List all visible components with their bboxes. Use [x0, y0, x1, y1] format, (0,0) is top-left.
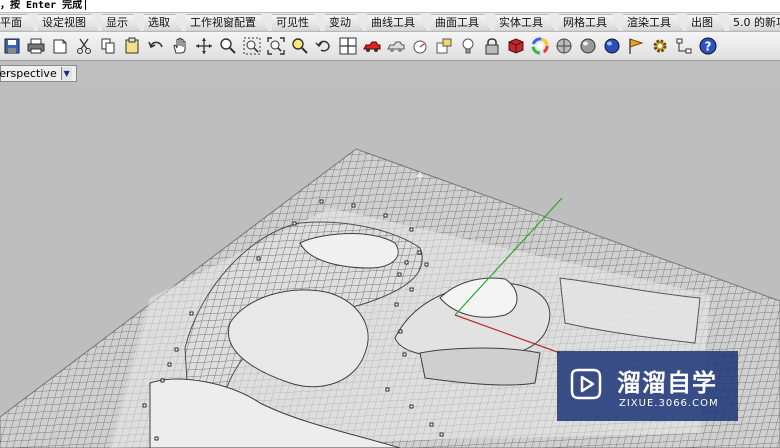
named-cplane-icon[interactable] [410, 36, 430, 56]
car-icon[interactable] [362, 36, 382, 56]
viewport-title-tab[interactable]: Perspective ▼ [0, 65, 77, 82]
tab-transform[interactable]: 变动 [325, 14, 362, 31]
tab-plane[interactable]: 平面 [0, 14, 33, 31]
viewport-name: Perspective [0, 67, 57, 80]
toolbar-tabs: 平面 设定视图 显示 选取 工作视窗配置 可见性 变动 曲线工具 曲面工具 实体… [0, 13, 780, 32]
copy-icon[interactable] [98, 36, 118, 56]
tab-display[interactable]: 显示 [102, 14, 139, 31]
main-toolbar: ? [0, 32, 780, 61]
tab-curve-tools[interactable]: 曲线工具 [367, 14, 426, 31]
play-logo-icon [570, 368, 602, 400]
undo-icon[interactable] [146, 36, 166, 56]
undo-view-icon[interactable] [314, 36, 334, 56]
cut-icon[interactable] [74, 36, 94, 56]
lock-icon[interactable] [482, 36, 502, 56]
gear-icon[interactable] [650, 36, 670, 56]
watermark: 溜溜自学 ZIXUE.3066.COM [557, 351, 738, 421]
tab-mesh-tools[interactable]: 网格工具 [559, 14, 618, 31]
viewport-header: Perspective ▼ [0, 61, 780, 83]
rendered-sphere-icon[interactable] [578, 36, 598, 56]
tab-select[interactable]: 选取 [144, 14, 181, 31]
tab-visibility[interactable]: 可见性 [272, 14, 320, 31]
flag-icon[interactable] [626, 36, 646, 56]
print-icon[interactable] [26, 36, 46, 56]
tab-whats-new[interactable]: 5.0 的新功能 [729, 14, 780, 31]
tab-render-tools[interactable]: 渲染工具 [623, 14, 682, 31]
tab-surface-tools[interactable]: 曲面工具 [431, 14, 490, 31]
object-properties-icon[interactable] [434, 36, 454, 56]
page-setup-icon[interactable] [50, 36, 70, 56]
car-outline-icon[interactable] [386, 36, 406, 56]
watermark-url: ZIXUE.3066.COM [619, 398, 719, 409]
tab-set-view[interactable]: 设定视图 [38, 14, 97, 31]
light-bulb-icon[interactable] [458, 36, 478, 56]
zoom-selected-icon[interactable] [290, 36, 310, 56]
shaded-red-icon[interactable] [506, 36, 526, 56]
viewport-menu-arrow-icon[interactable]: ▼ [60, 67, 72, 80]
tab-solid-tools[interactable]: 实体工具 [495, 14, 554, 31]
network-icon[interactable] [674, 36, 694, 56]
text-cursor [85, 0, 87, 10]
zoom-window-icon[interactable] [242, 36, 262, 56]
pan-hand-icon[interactable] [170, 36, 190, 56]
svg-text:?: ? [705, 40, 712, 54]
watermark-name: 溜溜自学 [617, 369, 717, 397]
shaded-sphere-icon[interactable] [554, 36, 574, 56]
color-wheel-icon[interactable] [530, 36, 550, 56]
blue-sphere-icon[interactable] [602, 36, 622, 56]
zoom-extents-icon[interactable] [266, 36, 286, 56]
tab-drafting[interactable]: 出图 [687, 14, 724, 31]
tab-viewport-layout[interactable]: 工作视窗配置 [186, 14, 267, 31]
command-prompt[interactable]: ，按 Enter 完成 [0, 0, 780, 12]
help-icon[interactable]: ? [698, 36, 718, 56]
four-viewports-icon[interactable] [338, 36, 358, 56]
paste-icon[interactable] [122, 36, 142, 56]
command-prompt-text: ，按 Enter 完成 [0, 0, 83, 11]
save-icon[interactable] [2, 36, 22, 56]
rotate-view-icon[interactable] [194, 36, 214, 56]
zoom-dynamic-icon[interactable] [218, 36, 238, 56]
